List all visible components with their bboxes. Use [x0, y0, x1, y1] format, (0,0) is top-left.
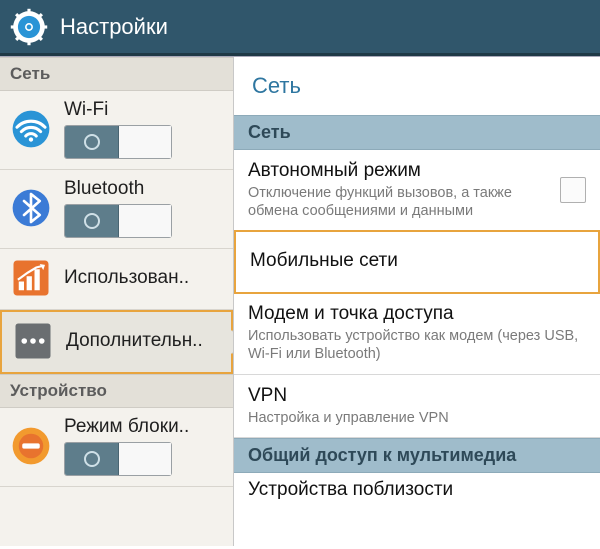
- page-title: Настройки: [60, 14, 168, 40]
- row-title: VPN: [248, 385, 586, 407]
- row-title: Модем и точка доступа: [248, 303, 586, 325]
- content-title: Сеть: [234, 57, 600, 115]
- row-vpn[interactable]: VPN Настройка и управление VPN: [234, 375, 600, 438]
- sidebar-item-label: Режим блоки..: [64, 416, 189, 438]
- row-airplane-mode[interactable]: Автономный режим Отключение функций вызо…: [234, 150, 600, 231]
- settings-gear-icon: [10, 8, 48, 46]
- row-tethering[interactable]: Модем и точка доступа Использовать устро…: [234, 293, 600, 374]
- sidebar-item-data-usage[interactable]: Использован..: [0, 249, 233, 310]
- main-layout: Сеть Wi-Fi: [0, 56, 600, 546]
- sidebar-item-label: Дополнительн..: [66, 330, 203, 352]
- content-pane: Сеть Сеть Автономный режим Отключение фу…: [234, 57, 600, 546]
- content-section-sharing: Общий доступ к мультимедиа: [234, 438, 600, 473]
- data-usage-icon: [10, 257, 52, 299]
- airplane-checkbox[interactable]: [560, 177, 586, 203]
- row-title: Автономный режим: [248, 160, 550, 182]
- blocking-mode-icon: [10, 425, 52, 467]
- sidebar-item-blocking-mode[interactable]: Режим блоки..: [0, 408, 233, 487]
- bluetooth-toggle[interactable]: [64, 204, 172, 238]
- sidebar-item-label: Wi-Fi: [64, 99, 172, 121]
- row-title: Мобильные сети: [250, 250, 584, 272]
- blocking-toggle[interactable]: [64, 442, 172, 476]
- more-icon: [12, 320, 54, 362]
- wifi-toggle[interactable]: [64, 125, 172, 159]
- row-nearby-devices[interactable]: Устройства поблизости: [234, 473, 600, 501]
- row-subtitle: Настройка и управление VPN: [248, 409, 586, 427]
- content-section-network: Сеть: [234, 115, 600, 150]
- sidebar-section-device: Устройство: [0, 374, 233, 408]
- titlebar: Настройки: [0, 0, 600, 56]
- row-subtitle: Использовать устройство как модем (через…: [248, 327, 586, 363]
- sidebar-section-network: Сеть: [0, 57, 233, 91]
- bluetooth-icon: [10, 187, 52, 229]
- row-title: Устройства поблизости: [248, 479, 453, 500]
- sidebar: Сеть Wi-Fi: [0, 57, 234, 546]
- row-subtitle: Отключение функций вызовов, а также обме…: [248, 184, 550, 220]
- sidebar-item-wifi[interactable]: Wi-Fi: [0, 91, 233, 170]
- sidebar-item-bluetooth[interactable]: Bluetooth: [0, 170, 233, 249]
- row-mobile-networks[interactable]: Мобильные сети: [234, 230, 600, 294]
- wifi-icon: [10, 108, 52, 150]
- sidebar-item-label: Использован..: [64, 267, 189, 289]
- sidebar-item-more[interactable]: Дополнительн..: [0, 310, 233, 374]
- sidebar-item-label: Bluetooth: [64, 178, 172, 200]
